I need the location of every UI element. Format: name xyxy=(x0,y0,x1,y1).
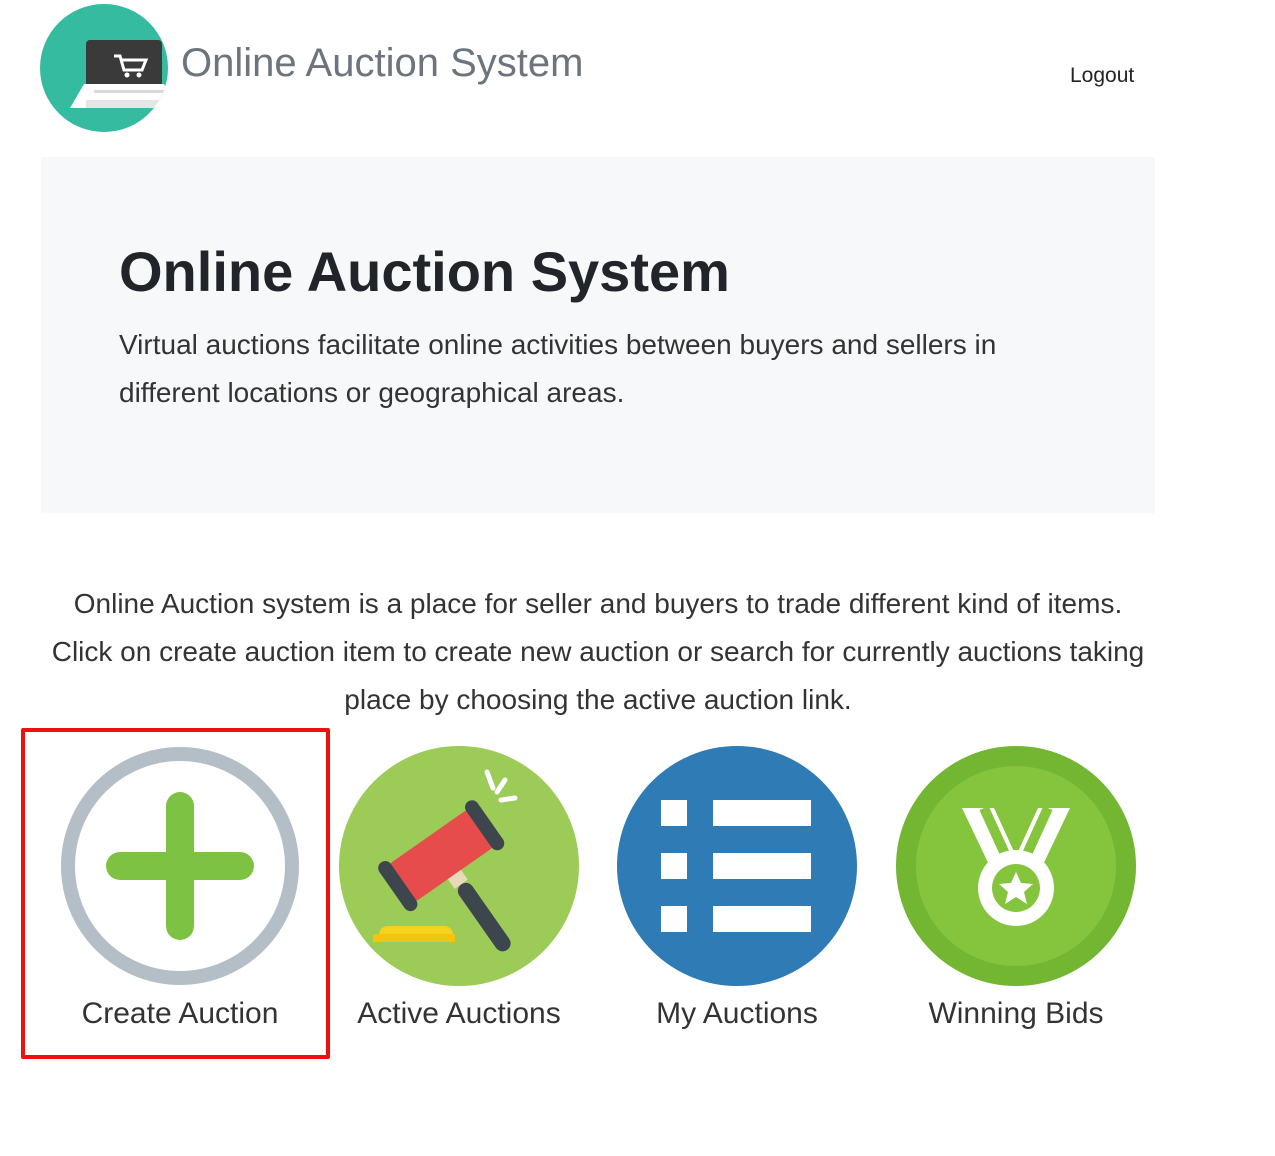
my-auctions-label: My Auctions xyxy=(656,997,818,1030)
create-auction-tile[interactable]: Create Auction xyxy=(41,746,319,1046)
winning-bids-label: Winning Bids xyxy=(928,997,1104,1030)
laptop-cart-icon xyxy=(70,40,168,108)
logo[interactable] xyxy=(40,4,168,132)
plus-circle-icon xyxy=(61,747,299,985)
winning-bids-tile[interactable]: Winning Bids xyxy=(877,746,1155,1046)
intro-text: Online Auction system is a place for sel… xyxy=(51,588,1145,715)
create-auction-label: Create Auction xyxy=(81,997,279,1030)
active-auctions-tile[interactable]: Active Auctions xyxy=(320,746,598,1046)
page-title: Online Auction System xyxy=(119,240,730,303)
gavel-icon xyxy=(339,746,579,986)
jumbotron: Online Auction System Virtual auctions f… xyxy=(41,157,1155,513)
list-icon xyxy=(617,746,857,986)
medal-icon xyxy=(896,746,1136,986)
header: Online Auction System Logout xyxy=(0,0,1275,140)
my-auctions-tile[interactable]: My Auctions xyxy=(598,746,876,1046)
brand-title[interactable]: Online Auction System xyxy=(181,38,583,88)
page-lead: Virtual auctions facilitate online activ… xyxy=(119,329,997,408)
logout-link[interactable]: Logout xyxy=(1070,63,1134,89)
active-auctions-label: Active Auctions xyxy=(357,997,561,1030)
